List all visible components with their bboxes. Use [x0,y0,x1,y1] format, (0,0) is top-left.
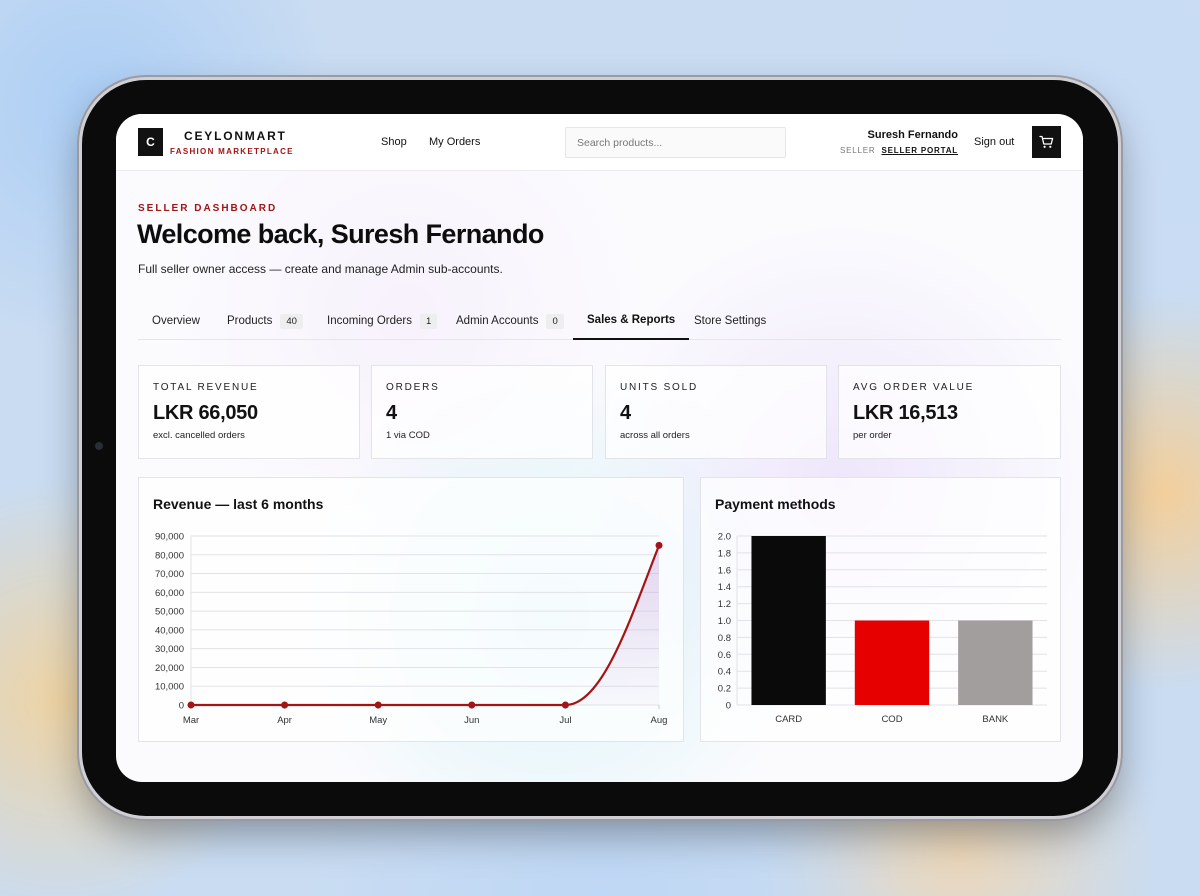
y-tick-label: 0.8 [718,633,731,644]
nav-my-orders[interactable]: My Orders [429,136,480,148]
tab-count-badge: 1 [420,313,438,329]
y-tick-label: 1.6 [718,565,731,576]
revenue-point [281,701,289,709]
y-tick-label: 0 [179,701,184,712]
x-tick-label: Apr [277,715,292,726]
top-header: C CEYLONMART FASHION MARKETPLACE Shop My… [116,114,1083,171]
tab-label: Overview [152,315,200,327]
y-tick-label: 0.2 [718,684,731,695]
stat-label: TOTAL REVENUE [153,382,259,393]
revenue-point [561,701,569,709]
y-tick-label: 0.6 [718,650,731,661]
tab-count-badge: 0 [546,313,564,329]
y-tick-label: 1.8 [718,548,731,559]
x-tick-label: May [369,715,387,726]
x-tick-label: BANK [982,714,1009,725]
logo-icon[interactable]: C [138,128,163,156]
x-tick-label: Jun [464,715,479,726]
y-tick-label: 70,000 [155,569,184,580]
revenue-chart-panel: Revenue — last 6 months 0 10,000 20,000 30,… [138,477,684,742]
y-tick-label: 80,000 [155,550,184,561]
payment-methods-bar-chart: 0 0.2 0.4 0.6 0.8 1.0 1.2 1.4 1.6 1.8 2.0 CARD COD BA… [718,532,1047,725]
tab-sales-reports[interactable]: Sales & Reports [573,302,690,340]
stat-card-avg-order-value: AVG ORDER VALUE LKR 16,513 per order [838,365,1061,459]
stat-card-orders: ORDERS 4 1 via COD [371,365,593,459]
stat-card-units-sold: UNITS SOLD 4 across all orders [605,365,827,459]
stat-label: AVG ORDER VALUE [853,382,975,393]
y-tick-label: 50,000 [155,607,184,618]
stat-note: per order [853,430,892,441]
y-tick-label: 2.0 [718,532,731,543]
page-title: Welcome back, Suresh Fernando [137,219,544,249]
tab-bar: Overview Products 40 Incoming Orders 1 A… [138,302,1061,340]
x-tick-label: Aug [651,715,668,726]
stat-value: 4 [620,402,631,424]
tab-label: Admin Accounts [456,315,539,327]
x-tick-label: COD [881,714,902,725]
revenue-point [468,701,476,709]
tab-label: Store Settings [694,315,767,327]
tab-products[interactable]: Products 40 [227,302,303,340]
bar-card [751,536,826,705]
tab-store-settings[interactable]: Store Settings [694,302,766,340]
y-tick-label: 60,000 [155,588,184,599]
page-subtitle: Full seller owner access — create and ma… [138,262,503,276]
revenue-line [191,544,661,707]
stat-note: across all orders [620,430,690,441]
tab-overview[interactable]: Overview [152,302,200,340]
y-tick-label: 40,000 [155,625,184,636]
payment-methods-panel: Payment methods 0 0.2 0.4 0.6 0.8 1.0 1.2 1.4 1.… [700,477,1061,742]
stat-card-total-revenue: TOTAL REVENUE LKR 66,050 excl. cancelled… [138,365,360,459]
stat-value: 4 [386,402,397,424]
y-tick-label: 1.2 [718,599,731,610]
revenue-point [374,701,382,709]
brand-name[interactable]: CEYLONMART [184,129,287,143]
search-input[interactable] [565,127,786,158]
bar-cod [854,620,930,705]
role-tag: SELLER [840,146,876,155]
stat-note: excl. cancelled orders [153,430,245,441]
revenue-point [655,541,663,549]
y-tick-label: 0.4 [718,667,731,678]
x-tick-label: Mar [183,715,199,726]
user-role-line: SELLER SELLER PORTAL [840,146,958,155]
tab-label: Sales & Reports [587,314,676,326]
tab-admin-accounts[interactable]: Admin Accounts 0 [456,302,564,340]
page-eyebrow: SELLER DASHBOARD [138,203,278,214]
revenue-point [187,701,195,709]
cart-icon [1039,135,1054,148]
stat-label: ORDERS [386,382,440,393]
seller-portal-link[interactable]: SELLER PORTAL [882,146,958,155]
revenue-line-chart: 0 10,000 20,000 30,000 40,000 50,000 60,000 70,… [155,532,668,727]
y-tick-label: 10,000 [155,682,184,693]
y-tick-label: 0 [726,701,731,712]
y-tick-label: 1.4 [718,582,731,593]
tab-count-badge: 40 [280,313,303,329]
y-tick-label: 20,000 [155,663,184,674]
y-tick-label: 30,000 [155,644,184,655]
y-tick-label: 1.0 [718,616,731,627]
revenue-area [191,545,659,705]
stat-value: LKR 66,050 [153,402,258,424]
brand-tagline: FASHION MARKETPLACE [170,147,294,156]
tab-incoming-orders[interactable]: Incoming Orders 1 [327,302,438,340]
stat-label: UNITS SOLD [620,382,699,393]
app-screen: C CEYLONMART FASHION MARKETPLACE Shop My… [116,114,1083,782]
x-tick-label: CARD [775,714,802,725]
x-tick-label: Jul [559,715,571,726]
y-tick-label: 90,000 [155,532,184,543]
camera-dot [95,442,103,450]
bar-bank [958,620,1033,705]
sign-out-link[interactable]: Sign out [974,136,1014,148]
stat-note: 1 via COD [386,430,430,441]
nav-shop[interactable]: Shop [381,136,407,148]
tab-label: Incoming Orders [327,315,413,327]
cart-button[interactable] [1032,126,1061,158]
stat-value: LKR 16,513 [853,402,958,424]
user-name: Suresh Fernando [867,129,958,141]
tab-label: Products [227,315,273,327]
tablet-frame: C CEYLONMART FASHION MARKETPLACE Shop My… [82,80,1118,816]
